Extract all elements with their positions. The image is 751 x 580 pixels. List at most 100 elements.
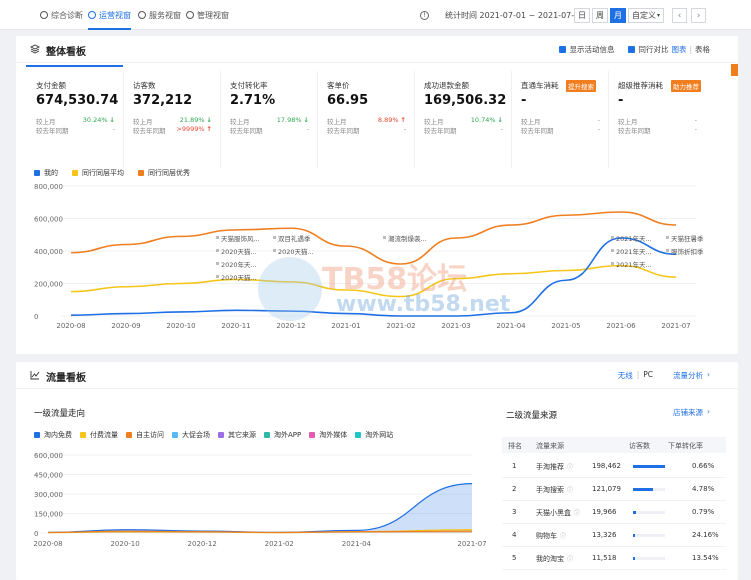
x-tick-label: 2021-04	[496, 322, 526, 330]
help-icon[interactable]: ⓘ	[567, 464, 573, 471]
activity-label[interactable]: 天猫狂暑季	[671, 234, 704, 243]
chevron-right-icon[interactable]: ›	[691, 8, 706, 23]
kpi-compare-year: 较去年同期 -	[327, 125, 406, 135]
traffic-analysis-link[interactable]: 流量分析	[673, 370, 703, 381]
kpi-compare-number: 30.24%	[82, 116, 108, 124]
chart-view-toggle[interactable]: 图表	[671, 44, 686, 55]
kpi-card[interactable]: 支付金额 674,530.74 较上月 30.24% ↓ 较去年同期 -	[26, 65, 123, 172]
kpi-value: 372,212	[133, 93, 193, 108]
help-icon[interactable]: ⓘ	[574, 510, 580, 517]
kpi-label: 访客数	[133, 81, 156, 90]
period-custom-label: 自定义	[632, 11, 656, 20]
show-activity-label: 显示活动信息	[569, 45, 615, 54]
activity-label[interactable]: 2020天猫...	[221, 247, 257, 256]
tab-operations[interactable]: 运营视窗	[88, 0, 131, 30]
peer-compare-checkbox[interactable]	[628, 46, 636, 53]
kpi-compare-number: -	[597, 125, 600, 133]
show-activity-checkbox[interactable]	[559, 46, 567, 53]
kpi-card[interactable]: 直通车消耗 提升搜索 - 较上月 - 较去年同期 -	[511, 65, 608, 172]
legend-item[interactable]: 淘外APP	[264, 430, 301, 440]
kpi-value: -	[618, 93, 624, 108]
table-row[interactable]: 4 购物车 ⓘ 13,326 24.16%	[502, 524, 726, 547]
period-month-button[interactable]: 月	[610, 8, 626, 23]
activity-label[interactable]: 2021年天...	[616, 234, 652, 243]
tab-service[interactable]: 服务视窗	[138, 0, 181, 30]
x-tick-label: 2020-10	[110, 540, 139, 548]
activity-marker	[216, 236, 219, 239]
legend-item[interactable]: 淘外网站	[355, 430, 393, 440]
kpi-tag-badge[interactable]: 助力推荐	[671, 80, 701, 92]
activity-label[interactable]: 潮流制燥袭...	[388, 234, 427, 243]
tab-management[interactable]: 管理视窗	[186, 0, 229, 30]
series-line[interactable]	[70, 211, 677, 265]
activity-label[interactable]: 服饰折扣季	[671, 247, 704, 256]
activity-label[interactable]: 天猫服饰风...	[221, 234, 260, 243]
kpi-card[interactable]: 支付转化率 2.71% 较上月 17.98% ↓ 较去年同期 -	[220, 65, 317, 172]
row-source: 手淘搜索 ⓘ	[536, 485, 573, 495]
visitor-share-bar	[633, 557, 665, 560]
legend-label: 淘外媒体	[319, 431, 348, 439]
kpi-compare-value: -	[695, 125, 697, 135]
kpi-compare-number: -	[500, 125, 503, 133]
help-icon[interactable]: ⓘ	[567, 487, 573, 494]
table-view-toggle[interactable]: 表格	[695, 44, 710, 55]
info-icon[interactable]: !	[420, 10, 429, 20]
tab-comprehensive[interactable]: 综合诊断	[40, 0, 83, 30]
legend-label: 付费流量	[90, 431, 118, 439]
legend-item[interactable]: 淘外媒体	[309, 430, 347, 440]
kpi-scroll-next[interactable]	[731, 64, 738, 76]
chevron-left-icon[interactable]: ‹	[672, 8, 687, 23]
activity-marker	[611, 249, 614, 252]
y-tick-label: 300,000	[34, 491, 63, 499]
period-day-button[interactable]: 日	[574, 8, 590, 23]
table-row[interactable]: 3 天猫小黑盒 ⓘ 19,966 0.79%	[502, 501, 726, 524]
legend-item[interactable]: 付费流量	[80, 430, 118, 440]
col-source: 流量来源	[536, 442, 564, 450]
table-row[interactable]: 2 手淘搜索 ⓘ 121,079 4.78%	[502, 478, 726, 501]
legend-item[interactable]: 淘内免费	[34, 430, 72, 440]
kpi-card[interactable]: 客单价 66.95 较上月 8.89% ↑ 较去年同期 -	[317, 65, 414, 172]
activity-marker	[273, 236, 276, 239]
activity-marker	[611, 236, 614, 239]
legend-item[interactable]: 其它来源	[218, 430, 256, 440]
traffic-header: 流量看板 无线 | PC 流量分析 ›	[16, 362, 738, 389]
tab-label: 管理视窗	[197, 10, 229, 20]
period-custom-button[interactable]: 自定义 ▾	[628, 8, 665, 23]
device-pc-toggle[interactable]: PC	[643, 370, 653, 381]
row-rank: 3	[512, 508, 517, 516]
legend-label: 淘外APP	[274, 431, 302, 439]
row-source-label: 购物车	[536, 532, 557, 540]
legend-swatch	[172, 432, 178, 438]
table-row[interactable]: 5 我的淘宝 ⓘ 11,518 13.54%	[502, 547, 726, 570]
kpi-card[interactable]: 成功退款金额 169,506.32 较上月 10.74% ↓ 较去年同期 -	[414, 65, 511, 172]
series-line[interactable]	[70, 237, 677, 317]
kpi-label: 支付金额	[36, 81, 66, 90]
kpi-card[interactable]: 访客数 372,212 较上月 21.89% ↓ 较去年同期 >9999% ↑	[123, 65, 220, 172]
visitor-share-fill	[633, 465, 665, 468]
activity-label[interactable]: 2020天猫...	[278, 247, 314, 256]
legend-item[interactable]: 自主访问	[126, 430, 164, 440]
arrow-down-icon: ↓	[206, 116, 212, 124]
table-row[interactable]: 1 手淘推荐 ⓘ 198,462 0.66%	[502, 455, 726, 478]
kpi-card[interactable]: 超级推荐消耗 助力推荐 - 较上月 - 较去年同期 -	[608, 65, 705, 172]
device-wireless-toggle[interactable]: 无线	[618, 370, 633, 381]
x-tick-label: 2020-12	[276, 322, 305, 330]
period-week-button[interactable]: 周	[592, 8, 608, 23]
legend-label: 淘外网站	[365, 431, 394, 439]
activity-label[interactable]: 2021年天...	[616, 260, 652, 269]
help-icon[interactable]: ⓘ	[567, 556, 573, 563]
activity-label[interactable]: 2021年天...	[616, 247, 652, 256]
kpi-compare-year: 较去年同期 -	[36, 125, 115, 135]
kpi-tag-badge[interactable]: 提升搜索	[566, 80, 596, 92]
store-source-link[interactable]: 店铺来源	[673, 407, 703, 418]
activity-label[interactable]: 2020年天...	[221, 260, 257, 269]
legend-swatch	[309, 432, 316, 438]
help-icon[interactable]: ⓘ	[560, 533, 566, 540]
row-rank: 1	[512, 462, 517, 470]
x-tick-label: 2021-05	[551, 322, 580, 330]
legend-item[interactable]: 大促会场	[172, 430, 210, 440]
x-tick-label: 2021-02	[386, 322, 415, 330]
activity-label[interactable]: 双目礼遇季	[278, 234, 311, 243]
visitor-share-bar	[633, 488, 665, 491]
activity-label[interactable]: 2020天猫...	[221, 273, 257, 282]
